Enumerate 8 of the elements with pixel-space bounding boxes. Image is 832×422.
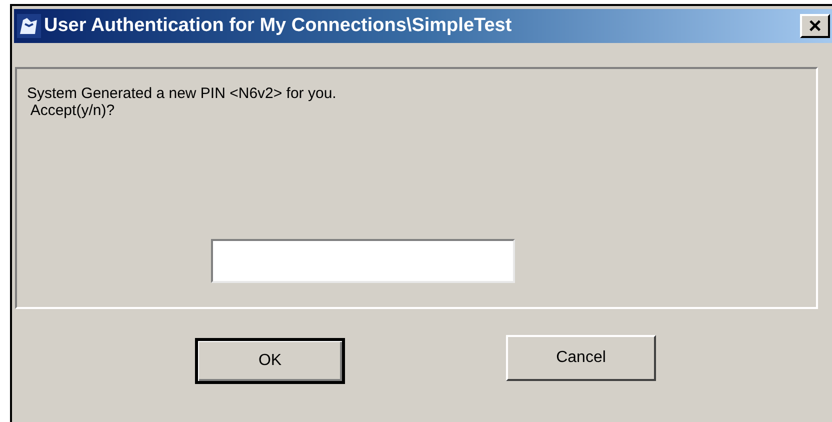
input-field[interactable] [211, 239, 515, 283]
app-icon [17, 14, 41, 38]
close-button[interactable]: × [800, 14, 830, 38]
dialog-button[interactable]: Cancel [506, 335, 656, 381]
message-text: Accept(y/n)? [29, 102, 116, 119]
message-text: System Generated a new PIN <N6v2> for you. [27, 85, 338, 102]
window-title: User Authentication for My Connections\SimpleTest [44, 14, 512, 38]
dialog-button[interactable]: OK [195, 338, 345, 384]
